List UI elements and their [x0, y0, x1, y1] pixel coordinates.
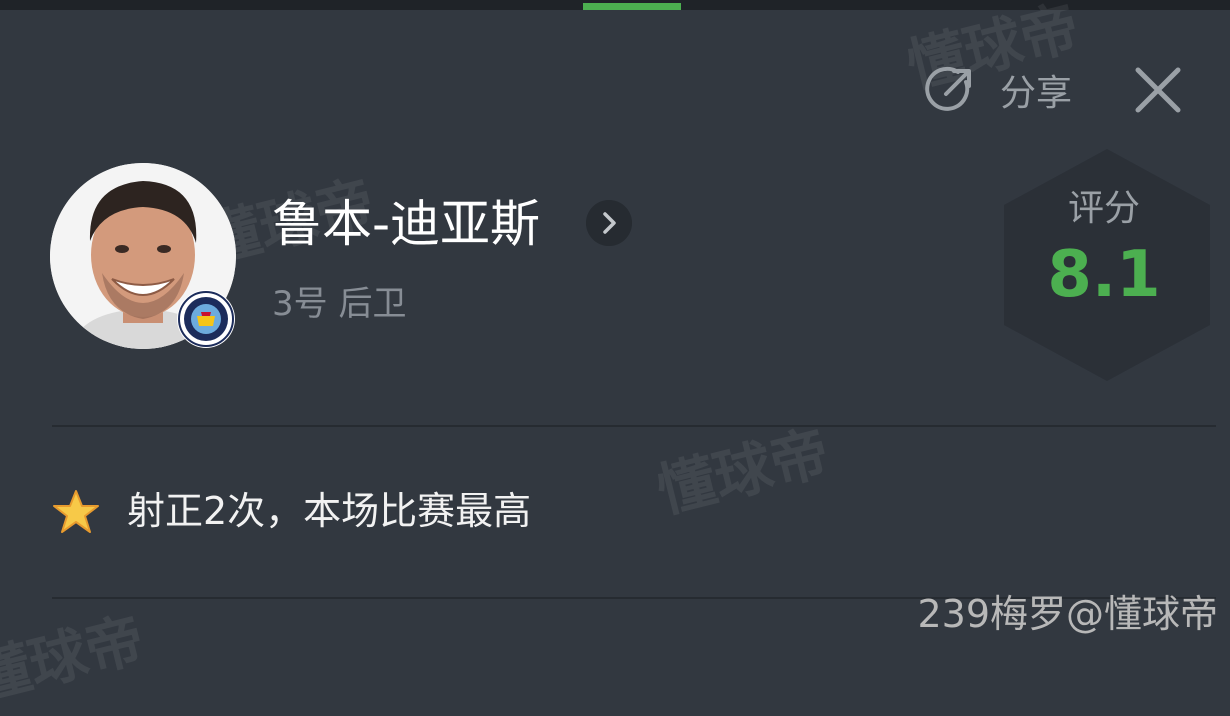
- share-icon: [925, 66, 971, 111]
- club-badge-icon: [177, 290, 235, 348]
- attribution-watermark: 239梅罗@懂球帝: [917, 592, 1218, 636]
- player-number-position: 3号 后卫: [272, 284, 407, 324]
- rating-value: 8.1: [1047, 238, 1161, 312]
- chevron-right-icon[interactable]: [586, 200, 632, 246]
- close-icon[interactable]: [1128, 60, 1188, 120]
- rating-label: 评分: [1067, 188, 1140, 229]
- divider: [52, 425, 1216, 427]
- share-button[interactable]: 分享: [922, 62, 1072, 118]
- star-icon: [53, 490, 99, 533]
- player-name[interactable]: 鲁本-迪亚斯: [272, 192, 540, 256]
- share-label: 分享: [1000, 73, 1073, 114]
- highlight-text: 射正2次，本场比赛最高: [127, 489, 532, 533]
- active-tab-indicator: [583, 3, 681, 10]
